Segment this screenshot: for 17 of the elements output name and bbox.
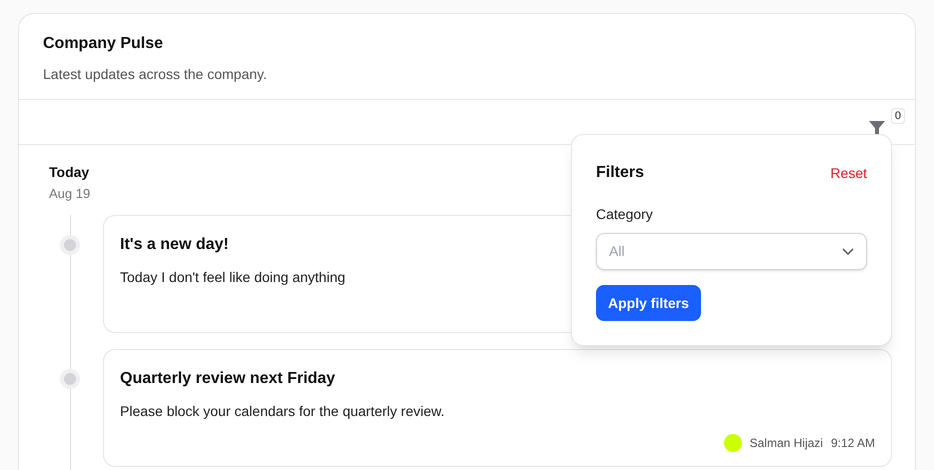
filter-count: 0 [890,108,905,124]
category-label: Category [596,205,654,224]
popover-title: Filters [596,163,644,183]
post-body: Please block your calendars for the quarterly review. [120,402,444,421]
page-title: Company Pulse [43,34,164,54]
chevron-down-icon [842,248,854,256]
group-label: Today [49,163,90,182]
group-date: Aug 19 [49,185,90,203]
author-avatar [724,434,742,452]
post-title: Quarterly review next Friday [120,368,336,388]
author-name: Salman Hijazi [750,434,823,452]
post-time: 9:12 AM [830,434,875,452]
apply-filters-button[interactable]: Apply filters [596,285,701,321]
post-body: Today I don't feel like doing anything [120,268,346,287]
reset-link[interactable]: Reset [830,162,867,184]
post-title: It's a new day! [120,234,229,254]
page-subtitle: Latest updates across the company. [43,65,268,84]
